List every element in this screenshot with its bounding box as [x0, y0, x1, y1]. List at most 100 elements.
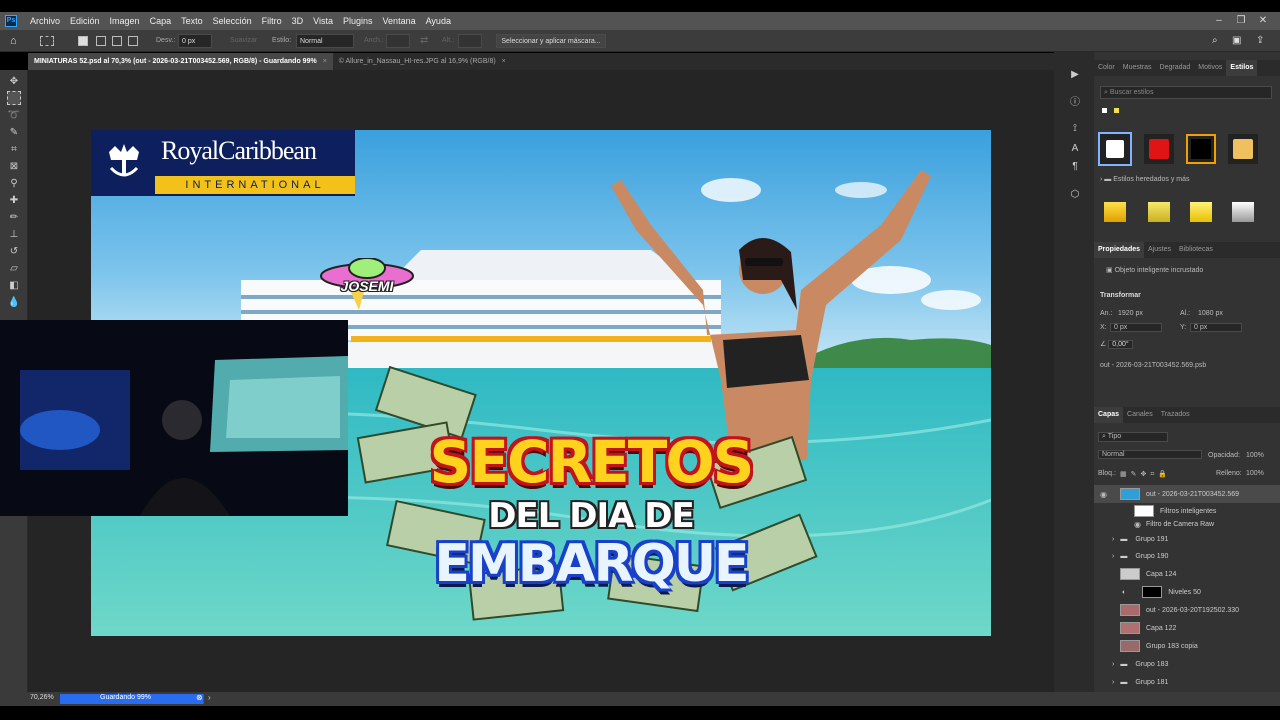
style-swatch-black-orange[interactable] — [1186, 134, 1216, 164]
eraser-tool-icon[interactable]: ▱ — [7, 261, 21, 275]
tab-degradado[interactable]: Degradad — [1156, 60, 1195, 76]
blend-mode-select[interactable]: Normal — [1098, 450, 1202, 459]
feather-input[interactable]: 0 px — [178, 34, 212, 48]
tab-estilos[interactable]: Estilos — [1226, 60, 1258, 76]
tab-canales[interactable]: Canales — [1123, 407, 1157, 423]
chevron-right-icon[interactable]: › — [1112, 679, 1114, 686]
eyedropper-tool-icon[interactable]: ⚲ — [7, 176, 21, 190]
tab-miniaturas[interactable]: MINIATURAS 52.psd al 70,3% (out - 2026-0… — [28, 53, 333, 70]
layer-row[interactable]: Capa 124 — [1094, 565, 1280, 583]
tab-propiedades[interactable]: Propiedades — [1094, 242, 1145, 258]
layer-row[interactable]: out - 2026-03-20T192502.330 — [1094, 601, 1280, 619]
layer-row[interactable]: Grupo 183 copia — [1094, 637, 1280, 655]
style-swatch-red[interactable] — [1144, 134, 1174, 164]
layer-row[interactable]: › ▬ Grupo 181 — [1094, 673, 1280, 691]
height-value[interactable]: 1080 px — [1198, 310, 1223, 317]
menu-imagen[interactable]: Imagen — [105, 12, 145, 30]
eye-icon[interactable]: ◉ — [1134, 520, 1146, 529]
menu-edicion[interactable]: Edición — [65, 12, 105, 30]
layer-row[interactable]: › ▬ Grupo 190 — [1094, 547, 1280, 565]
minimize-icon[interactable]: – — [1208, 12, 1230, 30]
zoom-level[interactable]: 70,26% — [30, 694, 54, 701]
character-icon[interactable]: A — [1068, 142, 1082, 156]
layer-filter-select[interactable]: ⌕ Tipo — [1098, 432, 1168, 442]
tab-trazados[interactable]: Trazados — [1157, 407, 1194, 423]
tab-allure-nassau[interactable]: © Allure_in_Nassau_HI-res.JPG al 16,9% (… — [333, 53, 512, 70]
crop-tool-icon[interactable]: ⌗ — [7, 142, 21, 156]
play-icon[interactable]: ▶ — [1068, 68, 1082, 82]
menu-seleccion[interactable]: Selección — [208, 12, 257, 30]
layer-row[interactable]: › ▬ Grupo 191 — [1094, 530, 1280, 548]
layer-row[interactable]: ◐ Niveles 50 — [1094, 583, 1280, 601]
chevron-right-icon[interactable]: › — [1112, 536, 1114, 543]
paragraph-icon[interactable]: ¶ — [1068, 160, 1082, 174]
cancel-save-icon[interactable]: ⊗ — [196, 693, 203, 702]
restore-icon[interactable]: ❐ — [1230, 12, 1252, 30]
style-swatch-white[interactable] — [1098, 132, 1132, 166]
height-input[interactable] — [458, 34, 482, 48]
close-icon[interactable]: ✕ — [1252, 12, 1274, 30]
angle-input[interactable]: 0,00° — [1108, 340, 1133, 349]
photoshop-logo[interactable]: Ps — [5, 15, 17, 27]
tab-muestras[interactable]: Muestras — [1119, 60, 1156, 76]
menu-capa[interactable]: Capa — [145, 12, 177, 30]
marquee-preset-icon[interactable] — [40, 36, 54, 46]
menu-ayuda[interactable]: Ayuda — [421, 12, 456, 30]
home-icon[interactable]: ⌂ — [10, 34, 17, 48]
swatch-mini-white[interactable] — [1102, 108, 1107, 113]
layer-row[interactable]: Capa 122 — [1094, 619, 1280, 637]
swatch-mini-yellow[interactable] — [1114, 108, 1119, 113]
add-selection-icon[interactable] — [96, 36, 106, 46]
chevron-right-icon[interactable]: › — [208, 693, 211, 702]
healing-brush-tool-icon[interactable]: ✚ — [7, 193, 21, 207]
menu-ventana[interactable]: Ventana — [378, 12, 421, 30]
antialias-label[interactable]: Suavizar — [230, 34, 257, 48]
workspace-icon[interactable]: ▣ — [1232, 34, 1241, 48]
menu-vista[interactable]: Vista — [308, 12, 338, 30]
new-selection-icon[interactable] — [78, 36, 88, 46]
tab-close-icon[interactable]: × — [323, 53, 327, 70]
tab-close-icon[interactable]: × — [502, 53, 506, 70]
select-and-mask-button[interactable]: Seleccionar y aplicar máscara... — [496, 34, 606, 48]
x-input[interactable]: 0 px — [1110, 323, 1162, 332]
tab-color[interactable]: Color — [1094, 60, 1119, 76]
frame-tool-icon[interactable]: ⊠ — [7, 159, 21, 173]
width-value[interactable]: 1920 px — [1118, 310, 1143, 317]
lasso-tool-icon[interactable]: ➰ — [7, 108, 21, 122]
brush-settings-icon[interactable]: ⟟ — [1068, 122, 1082, 136]
chevron-right-icon[interactable]: › — [1112, 553, 1114, 560]
tab-ajustes[interactable]: Ajustes — [1144, 242, 1175, 258]
3d-icon[interactable]: ⬡ — [1068, 188, 1082, 202]
styles-search-input[interactable]: ⌕ Buscar estilos — [1100, 86, 1272, 99]
swap-icon[interactable]: ⇄ — [420, 34, 428, 48]
blur-tool-icon[interactable]: 💧 — [7, 295, 21, 309]
menu-texto[interactable]: Texto — [176, 12, 208, 30]
style-preset-gold-3[interactable] — [1190, 202, 1212, 222]
history-brush-tool-icon[interactable]: ↺ — [7, 244, 21, 258]
menu-archivo[interactable]: Archivo — [25, 12, 65, 30]
layer-row[interactable]: ◉ out - 2026-03-21T003452.569 — [1094, 485, 1280, 503]
gradient-tool-icon[interactable]: ◧ — [7, 278, 21, 292]
style-select[interactable]: Normal — [296, 34, 354, 48]
tab-bibliotecas[interactable]: Bibliotecas — [1175, 242, 1217, 258]
angle-row[interactable]: ∠ 0,00° — [1100, 340, 1133, 349]
tab-capas[interactable]: Capas — [1094, 407, 1124, 423]
chevron-right-icon[interactable]: › — [1112, 661, 1114, 668]
opacity-value[interactable]: 100% — [1246, 452, 1264, 459]
style-preset-gold-2[interactable] — [1148, 202, 1170, 222]
styles-group-row[interactable]: › ▬ Estilos heredados y más — [1100, 176, 1190, 183]
info-icon[interactable]: ⓘ — [1068, 96, 1082, 110]
menu-filtro[interactable]: Filtro — [257, 12, 287, 30]
fill-value[interactable]: 100% — [1246, 470, 1264, 477]
search-icon[interactable]: ⌕ — [1212, 34, 1218, 48]
layer-row[interactable]: › ▬ Grupo 183 — [1094, 655, 1280, 673]
style-swatch-tan[interactable] — [1228, 134, 1258, 164]
y-input[interactable]: 0 px — [1190, 323, 1242, 332]
tab-motivos[interactable]: Motivos — [1194, 60, 1226, 76]
rect-marquee-tool-icon[interactable] — [7, 91, 21, 105]
quick-select-tool-icon[interactable]: ✎ — [7, 125, 21, 139]
style-preset-silver[interactable] — [1232, 202, 1254, 222]
move-tool-icon[interactable]: ✥ — [7, 74, 21, 88]
brush-tool-icon[interactable]: ✏ — [7, 210, 21, 224]
menu-3d[interactable]: 3D — [287, 12, 309, 30]
